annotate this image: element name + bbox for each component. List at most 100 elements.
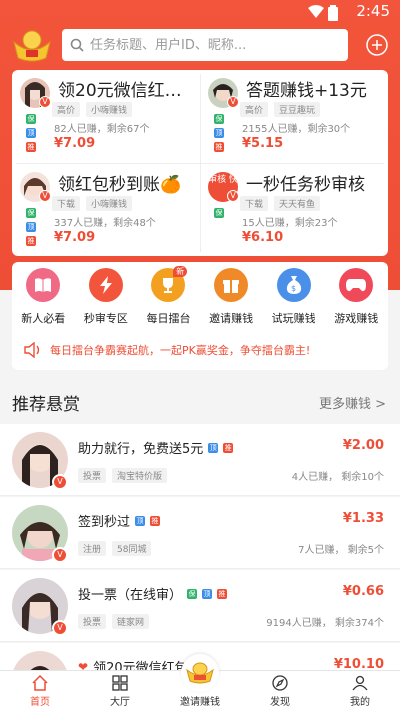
- task-tag: 下载: [240, 196, 269, 211]
- recommend-badge: 推: [217, 588, 228, 599]
- notice-text: 每日擂台争霸赛起航，一起PK赢奖金，争夺擂台霸主!: [50, 344, 311, 357]
- gold-ingot-logo-icon: [13, 30, 51, 62]
- notice-bar[interactable]: 每日擂台争霸赛起航，一起PK赢奖金，争夺擂台霸主!: [24, 342, 310, 358]
- list-item[interactable]: V 投一票（在线审） 保 顶 推 投票 链家网 ¥0.66 9194人已赚， 剩…: [0, 570, 400, 642]
- top-header: [0, 24, 400, 68]
- task-tag: 淘宝特价版: [112, 468, 168, 483]
- task-stats: 4人已赚， 剩余10个: [291, 472, 384, 483]
- task-title: 助力就行，免费送5元: [78, 442, 204, 457]
- status-time: 2:45: [356, 2, 390, 20]
- book-icon: [26, 268, 61, 302]
- menu-label: 秒审专区: [83, 312, 128, 325]
- nav-home[interactable]: 首页: [0, 671, 80, 711]
- more-link[interactable]: 更多赚钱 >: [319, 393, 386, 412]
- menu-item-newcomer[interactable]: 新人必看: [12, 268, 75, 326]
- gift-icon: [214, 268, 249, 302]
- task-tag: 豆豆趣玩: [274, 102, 321, 117]
- task-stats: 7人已赚， 剩余5个: [298, 545, 384, 556]
- task-title: 一秒任务秒审核: [246, 175, 365, 195]
- person-icon: [352, 675, 368, 691]
- top-badge: 顶: [208, 442, 219, 453]
- task-cell[interactable]: V 答题赚钱+13元 高价 豆豆趣玩 保 顶 推 2155人已赚，剩余30个 ¥…: [200, 70, 388, 163]
- task-tag: 注册: [78, 541, 107, 556]
- task-tag: 投票: [78, 468, 107, 483]
- task-title: 领20元微信红包...: [58, 81, 196, 101]
- task-tag: 58同城: [112, 541, 152, 556]
- money-bag-icon: $: [276, 268, 311, 302]
- menu-label: 游戏赚钱: [334, 312, 379, 325]
- task-tag: 天天有鱼: [274, 196, 321, 211]
- task-price: ¥6.10: [242, 230, 284, 245]
- menu-item-trial[interactable]: $ 试玩赚钱: [262, 268, 325, 326]
- task-price: ¥0.66: [342, 584, 384, 599]
- nav-label: 邀请赚钱: [180, 697, 220, 708]
- task-stats: 2155人已赚，剩余30个: [242, 124, 351, 135]
- menu-label: 新人必看: [21, 312, 66, 325]
- task-tag: 高价: [240, 102, 269, 117]
- search-input[interactable]: [90, 37, 330, 53]
- task-cell[interactable]: 审核 快 V 一秒任务秒审核 下载 天天有鱼 保 15人已赚，剩余23个 ¥6.…: [200, 164, 388, 257]
- task-stats: 15人已赚，剩余23个: [242, 218, 338, 229]
- lightning-icon: [88, 268, 123, 302]
- speaker-icon: [24, 342, 40, 358]
- nav-hall[interactable]: 大厅: [80, 671, 160, 711]
- task-price: ¥5.15: [242, 136, 284, 151]
- top-badge: 顶: [26, 128, 36, 138]
- recommend-badge: 推: [223, 442, 234, 453]
- recommend-badge: 推: [26, 236, 36, 246]
- verified-v-icon: V: [52, 620, 68, 636]
- ingot-icon[interactable]: [181, 654, 219, 692]
- task-price: ¥1.33: [342, 511, 384, 526]
- verified-v-icon: V: [39, 190, 51, 202]
- nav-label: 我的: [350, 697, 370, 708]
- svg-text:$: $: [291, 284, 296, 293]
- task-tag: 小嗨赚钱: [86, 196, 133, 211]
- task-price: ¥7.09: [54, 136, 96, 151]
- verified-v-icon: V: [52, 474, 68, 490]
- list-item[interactable]: V 助力就行，免费送5元 顶 推 投票 淘宝特价版 ¥2.00 4人已赚， 剩余…: [0, 424, 400, 496]
- guarantee-badge: 保: [214, 208, 224, 218]
- home-icon: [32, 675, 48, 691]
- task-tag: 下载: [52, 196, 81, 211]
- top-badge: 顶: [135, 515, 146, 526]
- verified-v-icon: V: [52, 547, 68, 563]
- menu-card: 新人必看 秒审专区 新 每日擂台 邀请赚钱 $ 试玩赚钱 游戏赚钱 每日擂台争霸…: [12, 262, 388, 370]
- search-bar[interactable]: [62, 29, 348, 61]
- menu-label: 每日擂台: [146, 312, 191, 325]
- wifi-icon: [308, 5, 324, 18]
- task-price: ¥2.00: [342, 438, 384, 453]
- nav-mine[interactable]: 我的: [320, 671, 400, 711]
- nav-discover[interactable]: 发现: [240, 671, 320, 711]
- menu-item-invite[interactable]: 邀请赚钱: [200, 268, 263, 326]
- task-stats: 337人已赚，剩余48个: [54, 218, 156, 229]
- nav-label: 发现: [270, 697, 290, 708]
- verified-v-icon: V: [39, 96, 51, 108]
- task-title: 签到秒过: [78, 515, 131, 530]
- verified-v-icon: V: [227, 96, 239, 108]
- task-price: ¥7.09: [54, 230, 96, 245]
- recommend-badge: 推: [150, 515, 161, 526]
- task-title: 答题赚钱+13元: [246, 81, 367, 101]
- task-stats: 82人已赚，剩余67个: [54, 124, 150, 135]
- verified-v-icon: V: [227, 190, 239, 202]
- featured-task-grid: V 领20元微信红包... 高价 小嗨赚钱 保 顶 推 82人已赚，剩余67个 …: [12, 70, 388, 256]
- task-title: 投一票（在线审）: [78, 588, 183, 603]
- top-badge: 顶: [202, 588, 213, 599]
- nav-label: 大厅: [110, 697, 130, 708]
- list-item[interactable]: V 签到秒过 顶 推 注册 58同城 ¥1.33 7人已赚， 剩余5个: [0, 497, 400, 569]
- menu-item-daily-arena[interactable]: 新 每日擂台: [137, 266, 200, 326]
- recommend-badge: 推: [214, 142, 224, 152]
- menu-label: 邀请赚钱: [209, 312, 254, 325]
- guarantee-badge: 保: [214, 114, 224, 124]
- task-cell[interactable]: V 领红包秒到账🍊 下载 小嗨赚钱 保 顶 推 337人已赚，剩余48个 ¥7.…: [12, 164, 200, 257]
- task-tag: 链家网: [112, 614, 150, 629]
- task-tag: 高价: [52, 102, 81, 117]
- compass-icon: [272, 675, 288, 691]
- gamepad-icon: [339, 268, 374, 302]
- task-cell[interactable]: V 领20元微信红包... 高价 小嗨赚钱 保 顶 推 82人已赚，剩余67个 …: [12, 70, 200, 163]
- guarantee-badge: 保: [187, 588, 198, 599]
- add-circle-icon[interactable]: [366, 34, 388, 56]
- menu-item-fast-review[interactable]: 秒审专区: [75, 268, 138, 326]
- top-badge: 顶: [26, 222, 36, 232]
- menu-item-games[interactable]: 游戏赚钱: [325, 268, 388, 326]
